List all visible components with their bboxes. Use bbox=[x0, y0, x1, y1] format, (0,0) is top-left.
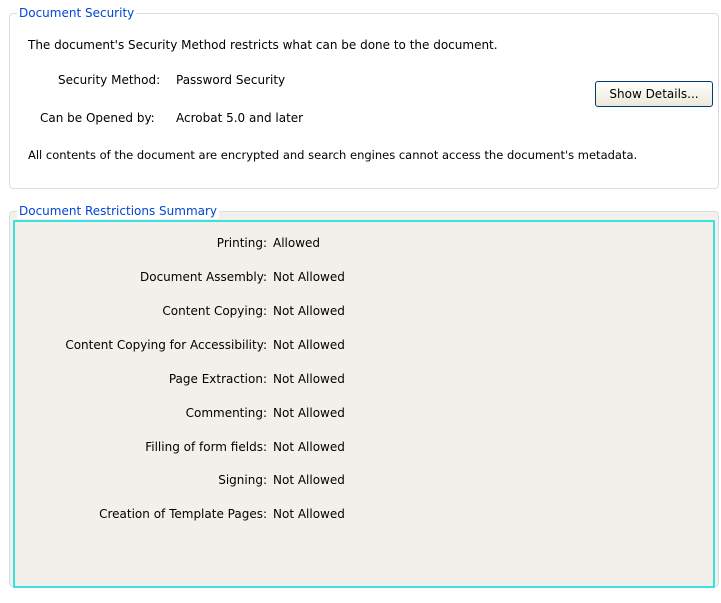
restriction-row-page-extraction: Page Extraction: Not Allowed bbox=[10, 370, 710, 388]
restriction-label: Page Extraction: bbox=[168, 372, 267, 386]
document-restrictions-group: Document Restrictions Summary Printing: … bbox=[9, 203, 719, 587]
restriction-value: Not Allowed bbox=[273, 372, 345, 386]
security-method-label: Security Method: bbox=[58, 73, 161, 87]
restriction-label: Commenting: bbox=[185, 406, 267, 420]
document-security-group: Document Security The document's Securit… bbox=[9, 5, 719, 189]
security-description: The document's Security Method restricts… bbox=[28, 38, 498, 52]
restriction-row-printing: Printing: Allowed bbox=[10, 234, 710, 252]
restriction-value: Not Allowed bbox=[273, 338, 345, 352]
restriction-row-commenting: Commenting: Not Allowed bbox=[10, 404, 710, 422]
restriction-label: Content Copying for Accessibility: bbox=[65, 338, 267, 352]
document-restrictions-title: Document Restrictions Summary bbox=[17, 203, 220, 219]
restriction-value: Not Allowed bbox=[273, 270, 345, 284]
restriction-label: Content Copying: bbox=[162, 304, 267, 318]
restriction-value: Not Allowed bbox=[273, 406, 345, 420]
opened-by-label: Can be Opened by: bbox=[40, 111, 155, 125]
document-security-title: Document Security bbox=[17, 5, 137, 21]
restriction-row-filling-form-fields: Filling of form fields: Not Allowed bbox=[10, 438, 710, 456]
restriction-value: Allowed bbox=[273, 236, 321, 250]
restriction-row-signing: Signing: Not Allowed bbox=[10, 471, 710, 489]
encryption-note: All contents of the document are encrypt… bbox=[28, 148, 638, 162]
restriction-row-document-assembly: Document Assembly: Not Allowed bbox=[10, 268, 710, 286]
restriction-value: Not Allowed bbox=[273, 507, 345, 521]
restriction-value: Not Allowed bbox=[273, 304, 345, 318]
restriction-label: Filling of form fields: bbox=[145, 440, 267, 454]
restriction-label: Signing: bbox=[218, 473, 267, 487]
restriction-value: Not Allowed bbox=[273, 473, 345, 487]
restriction-label: Printing: bbox=[216, 236, 267, 250]
restriction-label: Document Assembly: bbox=[140, 270, 267, 284]
security-method-value: Password Security bbox=[176, 73, 286, 87]
restriction-row-template-pages: Creation of Template Pages: Not Allowed bbox=[10, 505, 710, 523]
opened-by-value: Acrobat 5.0 and later bbox=[176, 111, 304, 125]
restriction-row-content-copying-accessibility: Content Copying for Accessibility: Not A… bbox=[10, 336, 710, 354]
show-details-button[interactable]: Show Details... bbox=[595, 81, 713, 107]
restriction-label: Creation of Template Pages: bbox=[99, 507, 267, 521]
restriction-row-content-copying: Content Copying: Not Allowed bbox=[10, 302, 710, 320]
restriction-value: Not Allowed bbox=[273, 440, 345, 454]
